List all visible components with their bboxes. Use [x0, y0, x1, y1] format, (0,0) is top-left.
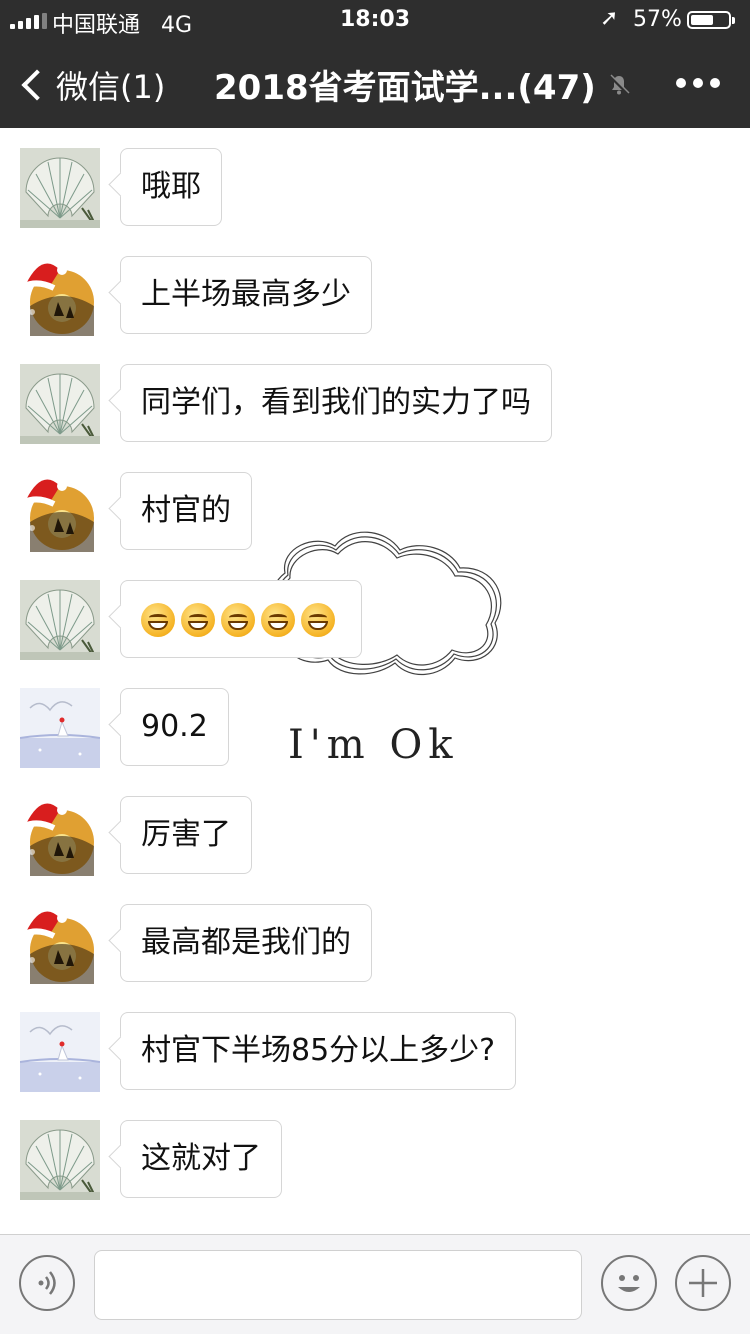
- avatar-snow[interactable]: [20, 1012, 100, 1092]
- more-actions-button[interactable]: [675, 1255, 731, 1311]
- grin-emoji-icon: [181, 602, 215, 637]
- message-row: 90.2: [0, 688, 750, 768]
- avatar-santa[interactable]: [20, 904, 100, 984]
- message-bubble[interactable]: 90.2: [108, 688, 229, 766]
- message-text: 最高都是我们的: [141, 925, 351, 960]
- smiley-icon: [618, 1275, 640, 1292]
- message-text: 村官的: [141, 493, 231, 528]
- message-bubble[interactable]: 厉害了: [108, 796, 252, 874]
- more-options-button[interactable]: [676, 78, 720, 88]
- battery-icon: [687, 11, 735, 29]
- message-row: 上半场最高多少: [0, 256, 750, 336]
- voice-icon: [38, 1271, 56, 1295]
- message-bubble[interactable]: 村官的: [108, 472, 252, 550]
- message-row: 村官下半场85分以上多少?: [0, 1012, 750, 1092]
- message-bubble[interactable]: 这就对了: [108, 1120, 282, 1198]
- location-arrow-icon: ➚: [600, 6, 619, 31]
- message-text: 哦耶: [141, 169, 201, 204]
- message-bubble[interactable]: 上半场最高多少: [108, 256, 372, 334]
- wechat-chat-screen: 中国联通 4G 18:03 ➚ 57% 微信(1) 2018省考面试学...(4…: [0, 0, 750, 1334]
- avatar-fan[interactable]: [20, 364, 100, 444]
- message-bubble[interactable]: 最高都是我们的: [108, 904, 372, 982]
- message-text: 90.2: [141, 709, 208, 744]
- message-input[interactable]: [94, 1250, 582, 1320]
- message-row: 哦耶: [0, 148, 750, 228]
- message-bubble[interactable]: 村官下半场85分以上多少?: [108, 1012, 517, 1090]
- avatar-santa[interactable]: [20, 796, 100, 876]
- grin-emoji-icon: [141, 602, 175, 637]
- message-row: 同学们，看到我们的实力了吗: [0, 364, 750, 444]
- message-text: 村官下半场85分以上多少?: [141, 1033, 496, 1068]
- message-bubble[interactable]: 哦耶: [108, 148, 222, 226]
- avatar-santa[interactable]: [20, 256, 100, 336]
- message-bubble[interactable]: [108, 580, 362, 658]
- mute-bell-icon: [608, 74, 630, 96]
- nav-bar: 微信(1) 2018省考面试学...(47): [0, 40, 750, 128]
- status-bar: 中国联通 4G 18:03 ➚ 57%: [0, 0, 750, 40]
- grin-emoji-icon: [301, 602, 335, 637]
- input-bar: [0, 1234, 750, 1334]
- battery-percent: 57%: [633, 7, 682, 32]
- emoji-group: [141, 601, 341, 637]
- message-list[interactable]: I'm Ok 哦耶 上半场最高多少 同学们，看到我们的实力了吗 村官的 90.2 厉害了最…: [0, 128, 750, 1234]
- back-button[interactable]: 微信(1): [18, 62, 165, 108]
- avatar-fan[interactable]: [20, 580, 100, 660]
- grin-emoji-icon: [221, 602, 255, 637]
- avatar-fan[interactable]: [20, 1120, 100, 1200]
- chat-title: 2018省考面试学...(47): [214, 68, 596, 108]
- grin-emoji-icon: [261, 602, 295, 637]
- message-bubble[interactable]: 同学们，看到我们的实力了吗: [108, 364, 552, 442]
- plus-icon: [689, 1269, 717, 1297]
- back-label: 微信(1): [56, 68, 166, 106]
- emoji-button[interactable]: [601, 1255, 657, 1311]
- message-text: 上半场最高多少: [141, 277, 351, 312]
- avatar-snow[interactable]: [20, 688, 100, 768]
- message-row: 村官的: [0, 472, 750, 552]
- avatar-fan[interactable]: [20, 148, 100, 228]
- message-text: 这就对了: [141, 1141, 261, 1176]
- message-row: 这就对了: [0, 1120, 750, 1200]
- message-row: 厉害了: [0, 796, 750, 876]
- voice-button[interactable]: [19, 1255, 75, 1311]
- message-row: 最高都是我们的: [0, 904, 750, 984]
- chevron-left-icon: [21, 69, 53, 101]
- message-text: 同学们，看到我们的实力了吗: [141, 385, 531, 420]
- message-row: [0, 580, 750, 660]
- avatar-santa[interactable]: [20, 472, 100, 552]
- message-text: 厉害了: [141, 817, 231, 852]
